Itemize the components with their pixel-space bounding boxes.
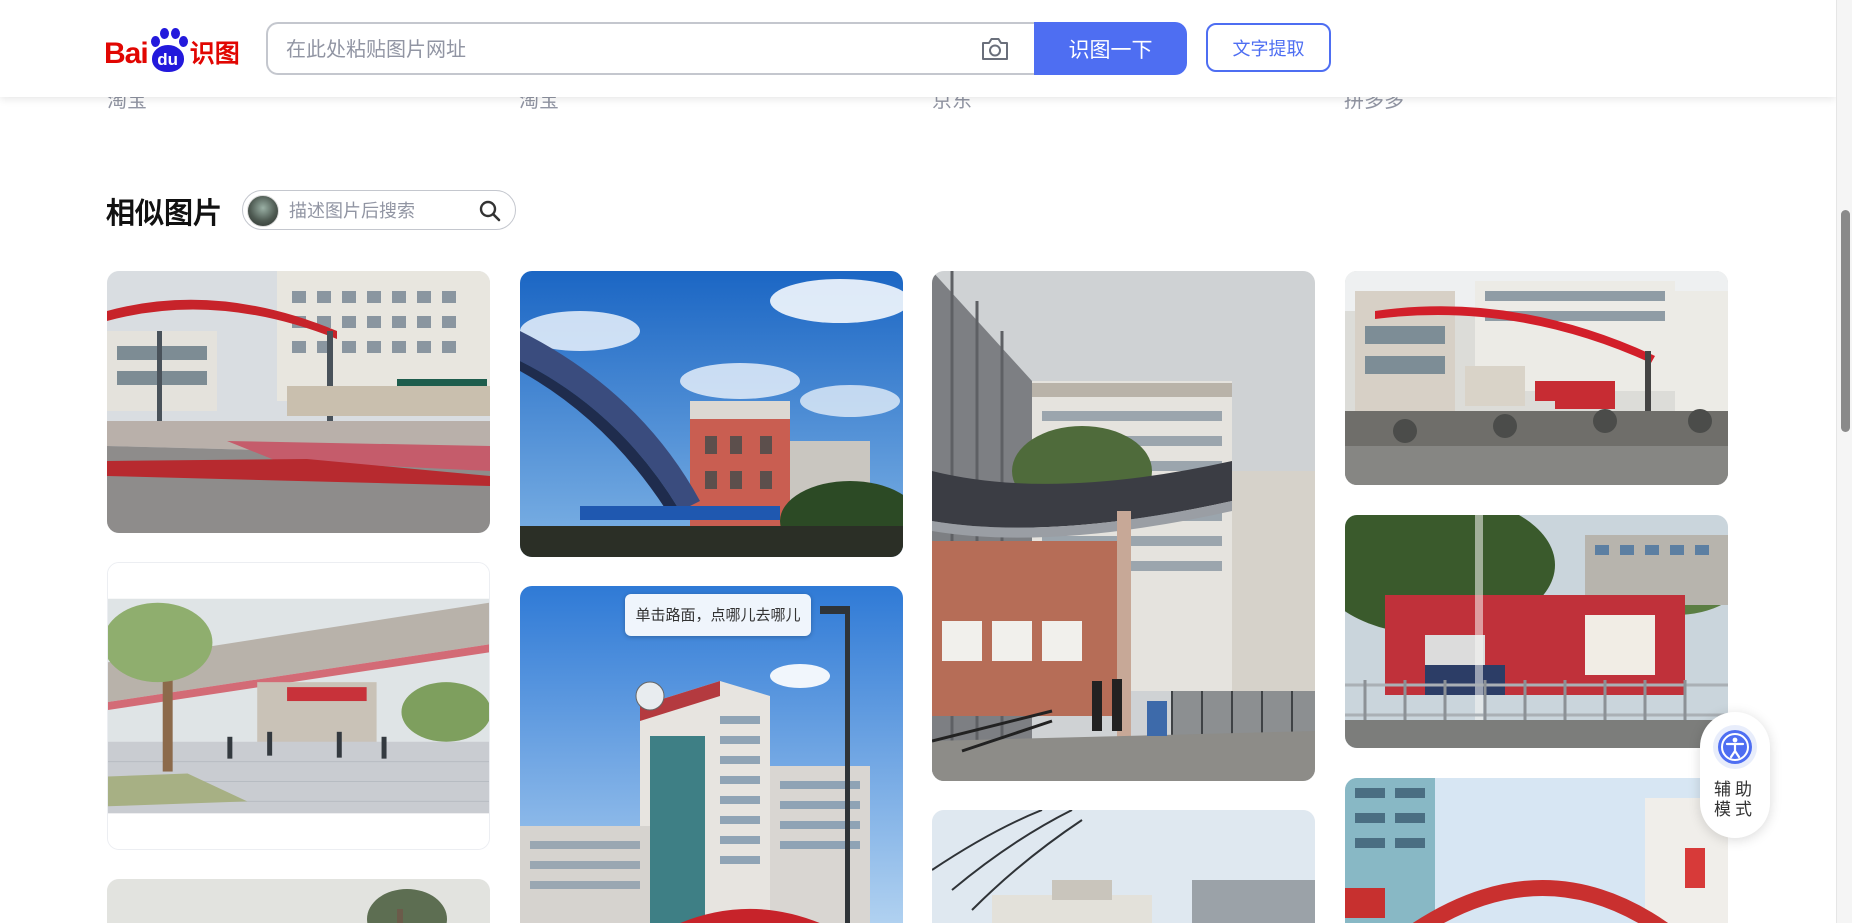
similar-image-card[interactable]: [932, 810, 1315, 923]
street-wires-photo: [932, 810, 1315, 923]
assist-mode-label: 辅助模式: [1714, 780, 1756, 820]
similar-image-card[interactable]: [1345, 515, 1728, 748]
page-viewport: Bai du 识图 识图一下 文字提取 淘宝 淘宝 京东 拼多多 相似图片: [0, 0, 1852, 923]
baidu-shitu-logo[interactable]: Bai du 识图: [104, 26, 240, 74]
red-arch-gate-photo: [1345, 271, 1728, 485]
arch-and-school-photo: [520, 271, 903, 557]
similar-image-card[interactable]: [1345, 778, 1728, 923]
guangzhou-middle-school-gate-photo: [1345, 515, 1728, 748]
similar-image-card[interactable]: [107, 562, 490, 850]
similar-image-card[interactable]: [1345, 271, 1728, 485]
logo-du-text: du: [151, 45, 184, 72]
accessibility-icon: [1713, 725, 1757, 769]
search-icon[interactable]: [478, 199, 502, 223]
partial-photo: [107, 879, 490, 923]
similar-image-card[interactable]: [107, 879, 490, 923]
logo-paw-icon: du: [149, 28, 188, 74]
similar-image-card[interactable]: 单击路面，点哪儿去哪儿: [520, 586, 903, 923]
search-submit-button[interactable]: 识图一下: [1034, 22, 1187, 75]
similar-images-title: 相似图片: [106, 196, 223, 230]
camera-icon[interactable]: [980, 36, 1010, 62]
assist-mode-button[interactable]: 辅助模式: [1700, 712, 1770, 838]
text-extract-button[interactable]: 文字提取: [1206, 23, 1331, 72]
street-arch-photo: [1345, 778, 1728, 923]
street-view-hint: 单击路面，点哪儿去哪儿: [625, 594, 811, 636]
school-entrance-overcast-photo: [932, 271, 1315, 781]
image-url-search-box[interactable]: [266, 22, 1034, 75]
logo-shitu-text: 识图: [189, 39, 240, 68]
similar-image-card[interactable]: [520, 271, 903, 557]
scrollbar-thumb[interactable]: [1841, 210, 1850, 432]
similar-image-card[interactable]: [932, 271, 1315, 781]
query-thumbnail: [247, 195, 279, 227]
similar-image-card[interactable]: [107, 271, 490, 533]
logo-bai-text: Bai: [104, 37, 149, 70]
describe-image-input[interactable]: [289, 199, 469, 223]
covered-walkway-photo: [108, 563, 489, 849]
similar-search-box[interactable]: [242, 190, 516, 230]
school-gate-photo: [107, 271, 490, 533]
top-header: Bai du 识图 识图一下 文字提取: [0, 0, 1836, 97]
page-scrollbar[interactable]: [1836, 0, 1852, 923]
tall-school-building-photo: [520, 586, 903, 923]
image-url-input[interactable]: [286, 32, 946, 66]
